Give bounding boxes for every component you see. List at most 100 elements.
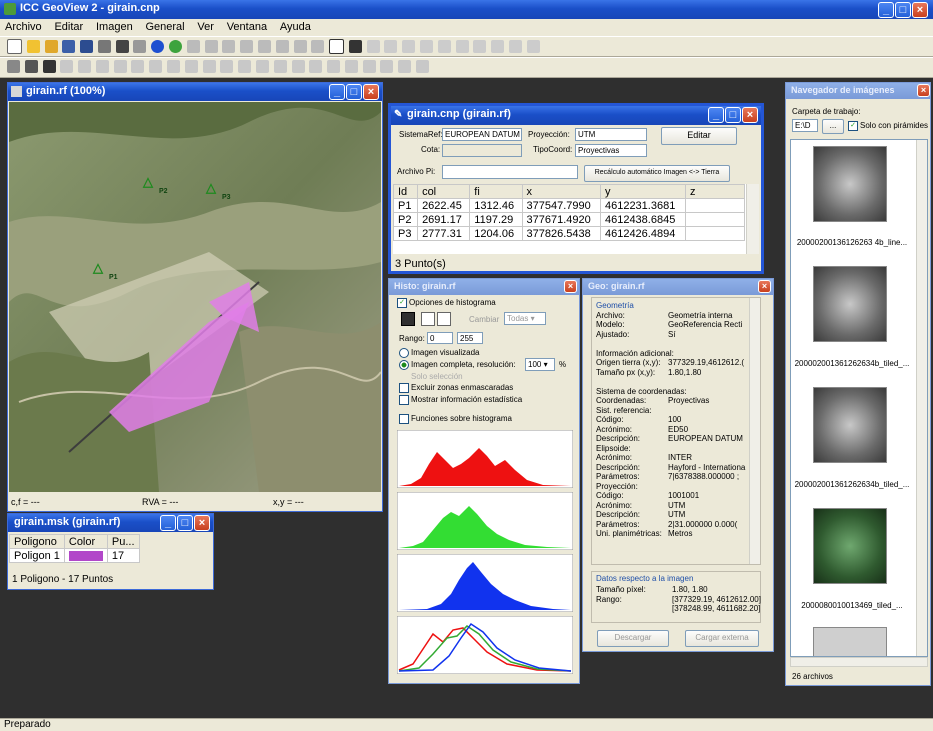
cross-icon[interactable] bbox=[348, 40, 362, 53]
tool-icon[interactable] bbox=[362, 60, 376, 73]
maximize-button[interactable]: □ bbox=[725, 107, 741, 123]
tipocoord-field[interactable]: Proyectivas bbox=[575, 144, 647, 157]
column-header[interactable]: Id bbox=[393, 184, 419, 199]
tool-icon[interactable] bbox=[327, 60, 341, 73]
tool-icon[interactable] bbox=[437, 40, 451, 53]
maximize-button[interactable]: □ bbox=[177, 515, 193, 531]
tool-icon[interactable] bbox=[273, 60, 287, 73]
tool-icon[interactable] bbox=[167, 60, 181, 73]
cargar-externa-button[interactable]: Cargar externa bbox=[685, 630, 759, 647]
tool-icon[interactable] bbox=[415, 60, 429, 73]
image-thumbnail[interactable] bbox=[813, 146, 887, 222]
tool-icon[interactable] bbox=[398, 60, 412, 73]
control-point-p2-icon[interactable]: △ bbox=[143, 174, 153, 190]
new-file-icon[interactable] bbox=[7, 39, 22, 54]
column-header[interactable]: y bbox=[599, 184, 687, 199]
tool-icon[interactable] bbox=[366, 40, 380, 53]
radio-imagen-visualizada[interactable]: Imagen visualizada bbox=[399, 348, 479, 358]
zoom-icon[interactable] bbox=[78, 60, 92, 73]
archivo-field[interactable] bbox=[442, 165, 578, 179]
todas-dropdown[interactable]: Todas ▾ bbox=[504, 312, 546, 325]
histogram-mode-icon[interactable] bbox=[421, 312, 435, 326]
image-thumbnail[interactable] bbox=[813, 266, 887, 342]
menu-imagen[interactable]: Imagen bbox=[91, 19, 138, 35]
solo-seleccion-radio[interactable]: Solo selección bbox=[411, 372, 463, 381]
pointer-icon[interactable] bbox=[7, 60, 20, 73]
layers-icon[interactable] bbox=[24, 60, 38, 73]
column-header[interactable]: Poligono bbox=[9, 534, 65, 549]
tool-icon[interactable] bbox=[186, 40, 200, 53]
minimize-button[interactable]: _ bbox=[708, 107, 724, 123]
tool-icon[interactable] bbox=[113, 60, 127, 73]
tool-icon[interactable] bbox=[344, 60, 358, 73]
table-row[interactable]: P2 2691.17 1197.29 377671.4920 4612438.6… bbox=[393, 212, 745, 227]
cambiar-button[interactable]: Cambiar bbox=[469, 315, 499, 324]
radio-imagen-completa[interactable]: Imagen completa, resolución: bbox=[399, 360, 516, 370]
tool-icon[interactable] bbox=[238, 60, 252, 73]
table-vertical-scrollbar[interactable] bbox=[746, 184, 759, 254]
tool-icon[interactable] bbox=[419, 40, 433, 53]
column-header[interactable]: col bbox=[417, 184, 471, 199]
tool-icon[interactable] bbox=[384, 40, 398, 53]
menu-ventana[interactable]: Ventana bbox=[222, 19, 272, 35]
open-folder-icon[interactable] bbox=[44, 40, 58, 53]
table-row[interactable]: P3 2777.31 1204.06 377826.5438 4612426.4… bbox=[393, 226, 745, 241]
excluir-checkbox[interactable]: Excluir zonas enmascaradas bbox=[399, 383, 513, 393]
image-thumbnail[interactable] bbox=[813, 627, 887, 656]
tool-icon[interactable] bbox=[220, 60, 234, 73]
menu-ver[interactable]: Ver bbox=[192, 19, 219, 35]
rango-max-input[interactable]: 255 bbox=[457, 332, 483, 344]
drive-field[interactable]: E:\D bbox=[792, 119, 818, 132]
column-header[interactable]: x bbox=[521, 184, 601, 199]
menu-general[interactable]: General bbox=[140, 19, 189, 35]
close-button[interactable]: × bbox=[194, 515, 210, 531]
menu-ayuda[interactable]: Ayuda bbox=[275, 19, 316, 35]
solo-piramides-checkbox[interactable]: ✓ Solo con pirámides bbox=[848, 121, 928, 131]
table-row[interactable]: Poligon 1 17 bbox=[9, 548, 140, 563]
menu-archivo[interactable]: Archivo bbox=[0, 19, 47, 35]
menu-editar[interactable]: Editar bbox=[49, 19, 88, 35]
window-icon[interactable] bbox=[42, 60, 56, 73]
column-header[interactable]: Color bbox=[63, 534, 108, 549]
minimize-button[interactable]: _ bbox=[160, 515, 176, 531]
tool-icon[interactable] bbox=[60, 60, 74, 73]
thumbnail-vertical-scrollbar[interactable] bbox=[916, 140, 927, 656]
table-row[interactable]: P1 2622.45 1312.46 377547.7990 4612231.3… bbox=[393, 198, 745, 213]
close-button[interactable]: × bbox=[363, 84, 379, 100]
minimize-button[interactable]: _ bbox=[878, 2, 894, 18]
tool-icon[interactable] bbox=[275, 40, 289, 53]
minimize-button[interactable]: _ bbox=[329, 84, 345, 100]
tool-icon[interactable] bbox=[255, 60, 269, 73]
tool-icon[interactable] bbox=[202, 60, 216, 73]
help-icon[interactable] bbox=[133, 40, 147, 53]
tool-icon[interactable] bbox=[402, 40, 416, 53]
geo-vertical-scrollbar[interactable] bbox=[749, 298, 760, 564]
cota-field[interactable] bbox=[442, 144, 522, 157]
tool-icon[interactable] bbox=[473, 40, 487, 53]
funciones-checkbox[interactable]: Funciones sobre histograma bbox=[399, 414, 512, 424]
browse-button[interactable]: ... bbox=[822, 119, 844, 134]
control-point-p1-icon[interactable]: △ bbox=[93, 260, 103, 276]
tool-icon[interactable] bbox=[291, 60, 305, 73]
sistema-ref-field[interactable]: EUROPEAN DATUM bbox=[442, 128, 522, 141]
save-all-icon[interactable] bbox=[80, 40, 94, 53]
image-thumbnail[interactable] bbox=[813, 508, 887, 584]
column-header[interactable]: fi bbox=[469, 184, 523, 199]
tool-icon[interactable] bbox=[257, 40, 271, 53]
globe-icon[interactable] bbox=[169, 40, 183, 53]
tool-icon[interactable] bbox=[293, 40, 307, 53]
image-thumbnail[interactable] bbox=[813, 387, 887, 463]
tool-icon[interactable] bbox=[526, 40, 540, 53]
print-icon[interactable] bbox=[97, 40, 111, 53]
close-button[interactable]: × bbox=[742, 107, 758, 123]
maximize-button[interactable]: □ bbox=[346, 84, 362, 100]
tool-icon[interactable] bbox=[508, 40, 522, 53]
control-point-p3-icon[interactable]: △ bbox=[206, 180, 216, 196]
descargar-button[interactable]: Descargar bbox=[597, 630, 669, 647]
histogram-bars-icon[interactable] bbox=[437, 312, 451, 326]
close-button[interactable]: × bbox=[912, 2, 928, 18]
save-icon[interactable] bbox=[62, 40, 76, 53]
tool-icon[interactable] bbox=[491, 40, 505, 53]
tool-icon[interactable] bbox=[380, 60, 394, 73]
close-button[interactable]: × bbox=[564, 280, 577, 293]
